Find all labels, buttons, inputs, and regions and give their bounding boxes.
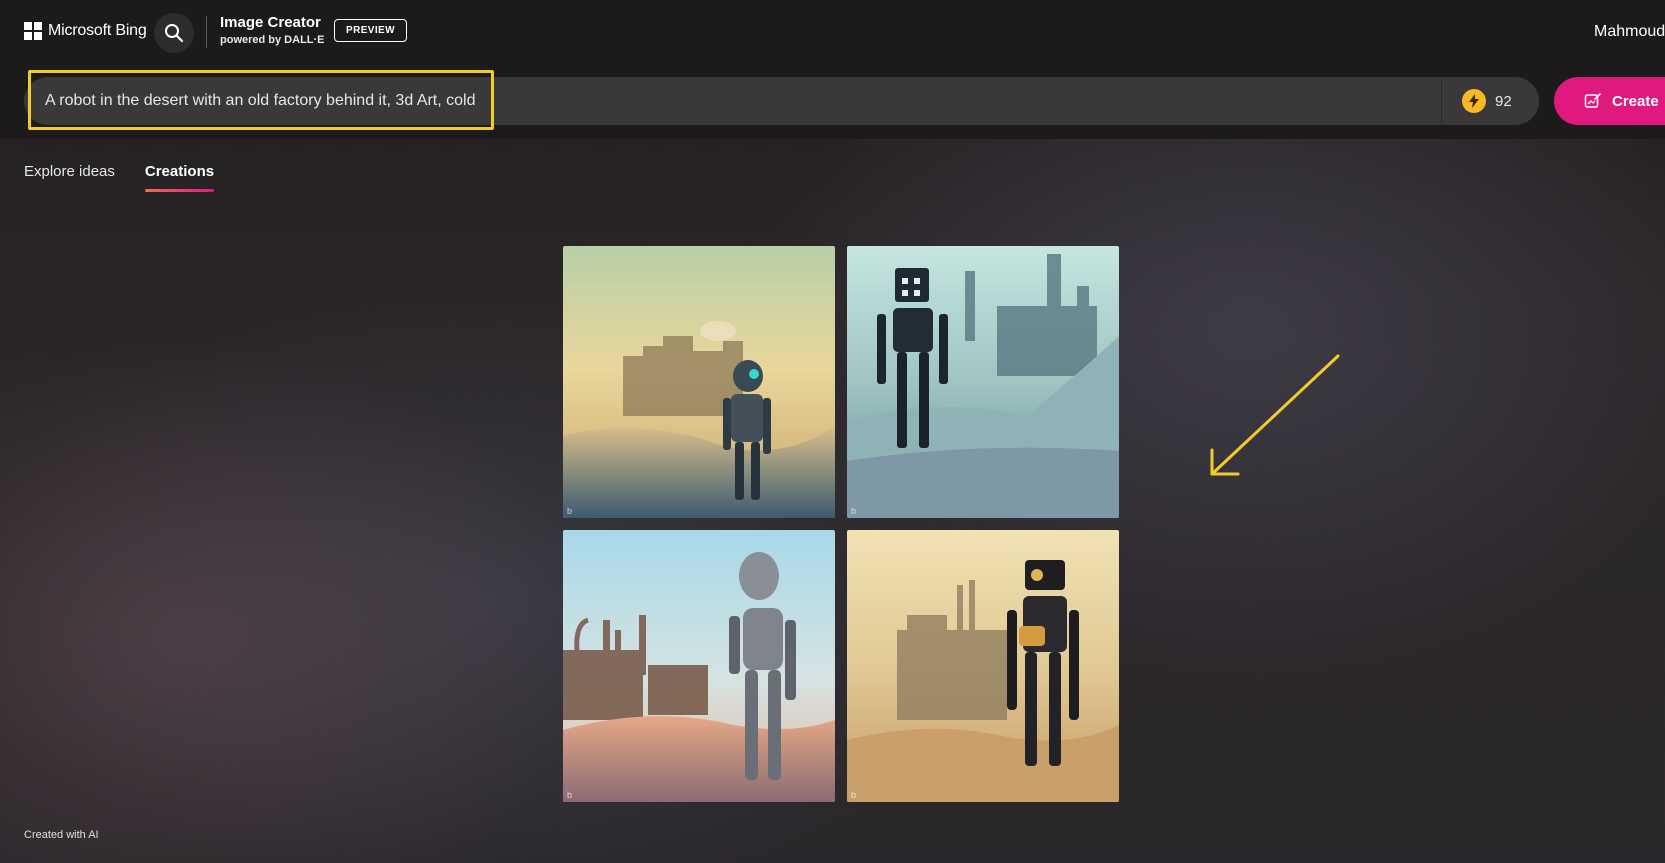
brand-title: Image Creator [220, 14, 321, 31]
result-image-3[interactable]: b [563, 530, 835, 802]
boost-divider [1441, 78, 1442, 124]
top-bar: Microsoft Bing Image Creator powered by … [0, 0, 1665, 64]
tab-bar: Explore ideas Creations [24, 163, 215, 192]
user-name[interactable]: Mahmoud [1594, 23, 1665, 41]
result-image-2[interactable]: b [847, 246, 1119, 518]
search-button[interactable] [154, 13, 194, 53]
windows-logo-icon [24, 22, 42, 40]
create-button[interactable]: Create [1554, 77, 1665, 125]
boost-counter[interactable]: 92 [1462, 89, 1512, 113]
image-watermark: b [567, 506, 573, 516]
image-watermark: b [851, 790, 857, 800]
search-icon [165, 24, 184, 43]
preview-badge: PREVIEW [334, 19, 407, 42]
result-image-1[interactable]: b [563, 246, 835, 518]
image-creator-brand[interactable]: Image Creator powered by DALL·E [220, 14, 325, 46]
create-image-icon [1584, 93, 1601, 108]
tab-explore-ideas[interactable]: Explore ideas [24, 163, 115, 192]
annotation-arrow [1210, 354, 1340, 476]
brand-subtitle: powered by DALL·E [220, 34, 325, 46]
boost-count: 92 [1495, 92, 1512, 110]
create-label: Create [1612, 92, 1659, 110]
prompt-highlight-annotation [28, 70, 494, 130]
image-watermark: b [567, 790, 573, 800]
logo-text: Microsoft Bing [48, 22, 147, 39]
result-image-4[interactable]: b [847, 530, 1119, 802]
tab-creations[interactable]: Creations [144, 163, 215, 192]
header-divider [206, 16, 207, 48]
image-results-grid: b b b b [563, 246, 1120, 802]
bing-logo[interactable]: Microsoft Bing [24, 22, 147, 40]
footer-created-with-ai: Created with AI [24, 829, 99, 841]
lightning-icon [1462, 89, 1486, 113]
image-watermark: b [851, 506, 857, 516]
